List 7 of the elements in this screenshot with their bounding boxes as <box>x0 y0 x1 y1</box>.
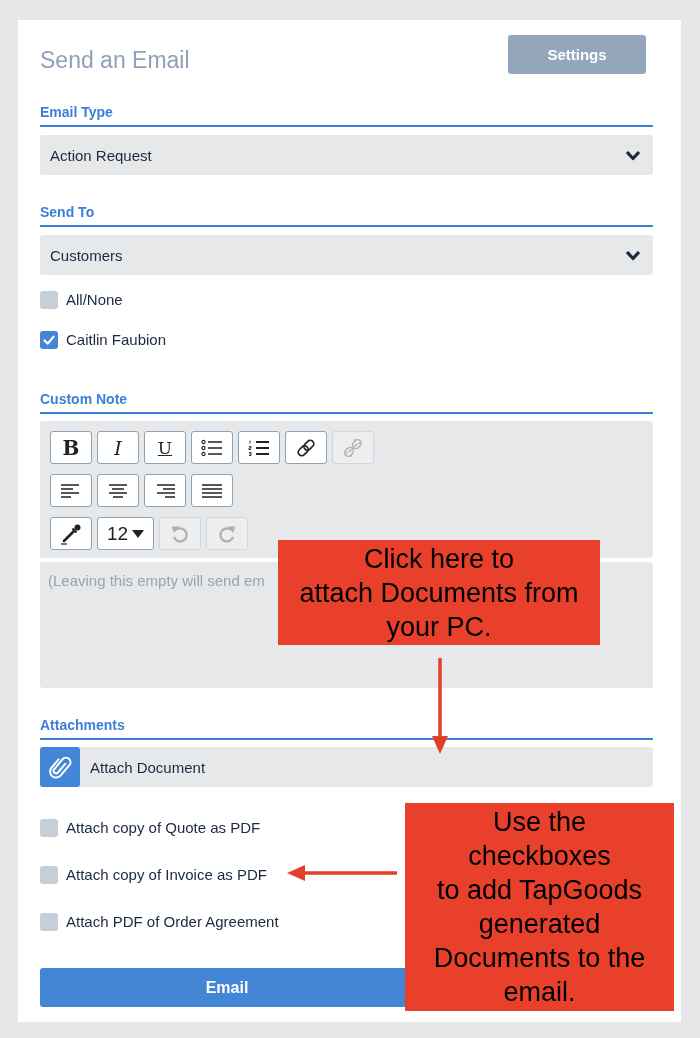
callout-tooltip: Use the checkboxes to add TapGoods generated Documents to the email. <box>405 803 674 1011</box>
section-label: Custom Note <box>40 390 128 408</box>
section-label: Email Type <box>40 103 113 121</box>
callout-tooltip: Click here to attach Documents from your PC. <box>278 540 600 645</box>
page-title: Send an Email <box>40 46 190 74</box>
section-label: Send To <box>40 203 95 221</box>
section-label: Attachments <box>40 716 125 734</box>
